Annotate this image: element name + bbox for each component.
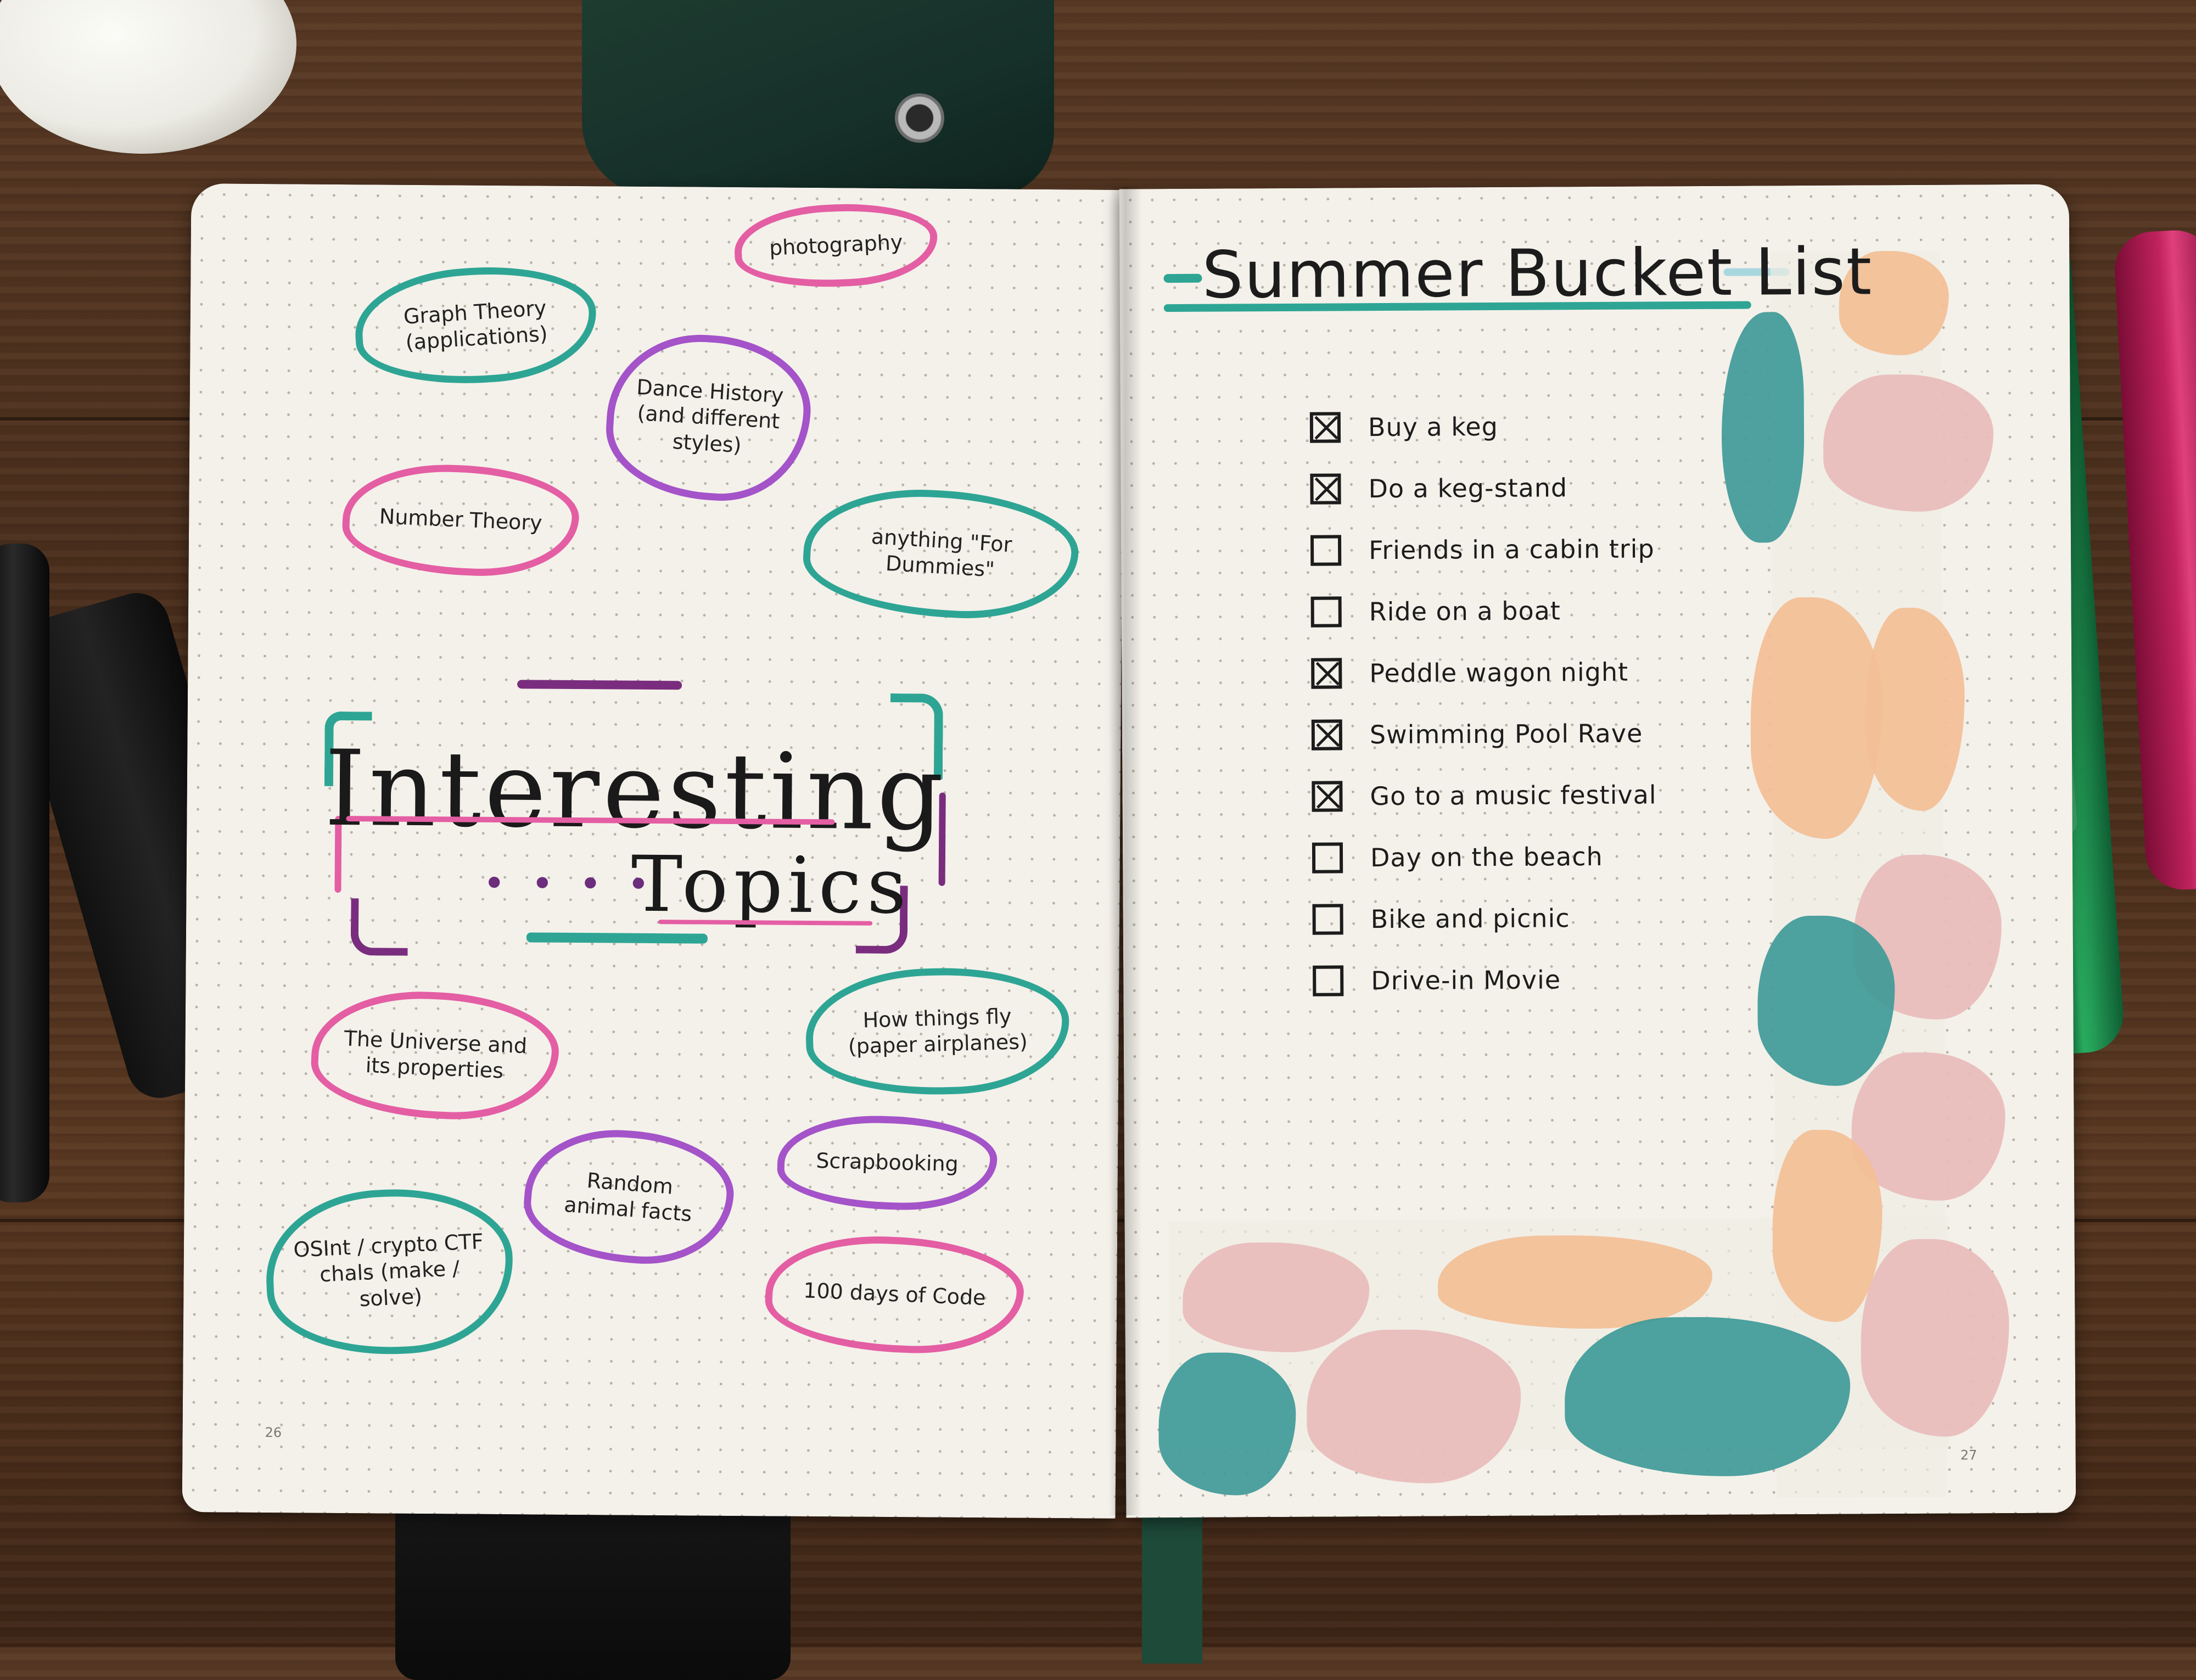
checkbox-empty-icon[interactable] <box>1313 965 1344 996</box>
checkbox-checked-icon[interactable] <box>1311 719 1343 751</box>
topic-cloud: The Universe and its properties <box>309 987 562 1124</box>
washi-cloud <box>1564 1316 1851 1477</box>
topic-label: photography <box>769 230 904 261</box>
left-page: Graph Theory (applications) photography … <box>182 183 1125 1519</box>
candle-jar <box>0 0 296 154</box>
topic-label: Dance History (and different styles) <box>636 374 785 458</box>
checkbox-checked-icon[interactable] <box>1309 412 1341 443</box>
washi-cloud <box>1182 1242 1370 1353</box>
page-number: 27 <box>1960 1447 1977 1463</box>
left-page-subtitle: Topics <box>631 839 912 932</box>
topic-cloud: Scrapbooking <box>776 1113 999 1212</box>
washi-cloud <box>1437 1234 1713 1330</box>
notebook-spread: Graph Theory (applications) photography … <box>182 183 2076 1519</box>
bucket-list-item-label: Day on the beach <box>1370 841 1603 873</box>
washi-cloud <box>1750 597 1883 839</box>
topic-cloud: OSInt / crypto CTF chals (make / solve) <box>262 1184 517 1360</box>
topic-cloud: Number Theory <box>340 460 581 580</box>
topic-cloud: Dance History (and different styles) <box>602 329 815 506</box>
checkbox-checked-icon[interactable] <box>1311 658 1342 689</box>
bucket-list: Buy a keg Do a keg-stand Friends in a cabi… <box>1309 395 1658 1011</box>
title-dots: • • • • <box>483 860 657 908</box>
topic-cloud: photography <box>732 199 939 292</box>
page-number: 26 <box>265 1425 282 1441</box>
bucket-list-title: Summer Bucket List <box>1202 233 1873 313</box>
topic-label: OSInt / crypto CTF chals (make / solve) <box>293 1229 484 1311</box>
bucket-list-item[interactable]: Friends in a cabin trip <box>1310 518 1656 581</box>
topic-cloud: 100 days of Code <box>763 1231 1026 1358</box>
washi-cloud <box>1757 915 1896 1087</box>
checkbox-empty-icon[interactable] <box>1310 596 1342 628</box>
washi-cloud <box>1865 607 1965 811</box>
bucket-list-item[interactable]: Bike and picnic <box>1312 887 1657 950</box>
washi-cloud <box>1823 374 1994 512</box>
bucket-list-item-label: Drive-in Movie <box>1371 965 1561 996</box>
topic-label: Random animal facts <box>563 1168 693 1227</box>
bucket-list-item[interactable]: Drive-in Movie <box>1313 948 1658 1011</box>
topic-label: anything "For Dummies" <box>870 524 1013 582</box>
bucket-list-item[interactable]: Buy a keg <box>1309 395 1655 458</box>
pink-pen <box>2113 228 2196 892</box>
bucket-list-item[interactable]: Go to a music festival <box>1312 764 1657 827</box>
topic-label: Number Theory <box>379 504 543 535</box>
washi-cloud <box>1158 1352 1297 1496</box>
title-accent-left <box>1163 273 1202 283</box>
bucket-list-item-label: Go to a music festival <box>1370 780 1657 811</box>
bucket-list-item-label: Peddle wagon night <box>1369 657 1629 688</box>
right-page: Summer Bucket List Buy a keg Do a keg-sta… <box>1119 184 2076 1518</box>
topic-cloud: Random animal facts <box>519 1123 738 1270</box>
title-bar-top <box>517 680 682 690</box>
checkbox-empty-icon[interactable] <box>1312 842 1343 873</box>
bucket-list-item[interactable]: Do a keg-stand <box>1310 456 1655 519</box>
topic-cloud: How things fly (paper airplanes) <box>804 964 1071 1099</box>
bucket-list-item[interactable]: Day on the beach <box>1312 825 1657 888</box>
topic-cloud: Graph Theory (applications) <box>351 260 600 391</box>
washi-cloud <box>1721 312 1805 543</box>
topic-cloud: anything "For Dummies" <box>800 483 1082 625</box>
title-bar-bottom <box>526 932 708 944</box>
checkbox-checked-icon[interactable] <box>1312 781 1343 812</box>
washi-cloud <box>1860 1239 2010 1437</box>
bucket-list-item-label: Do a keg-stand <box>1368 473 1568 504</box>
bucket-list-item[interactable]: Ride on a boat <box>1310 579 1656 642</box>
green-bag <box>582 0 1054 198</box>
checkbox-empty-icon[interactable] <box>1312 904 1343 935</box>
topic-label: How things fly (paper airplanes) <box>848 1004 1028 1059</box>
notebook-gutter <box>1109 187 1142 1515</box>
black-pen <box>0 544 49 1202</box>
washi-cloud <box>1772 1129 1883 1323</box>
bucket-list-item-label: Swimming Pool Rave <box>1369 718 1643 750</box>
bucket-list-item[interactable]: Peddle wagon night <box>1311 641 1656 704</box>
bucket-list-item-label: Buy a keg <box>1368 411 1498 443</box>
topic-label: The Universe and its properties <box>343 1026 528 1083</box>
checkbox-checked-icon[interactable] <box>1310 473 1341 505</box>
left-page-title: Interesting <box>324 727 948 854</box>
topic-label: 100 days of Code <box>803 1278 987 1311</box>
bracket-bottom-left <box>350 898 408 956</box>
checkbox-empty-icon[interactable] <box>1310 535 1342 566</box>
bag-grommet <box>895 93 944 143</box>
bucket-list-item-label: Ride on a boat <box>1369 596 1561 627</box>
topic-label: Graph Theory (applications) <box>402 295 548 355</box>
topic-label: Scrapbooking <box>815 1149 959 1177</box>
bucket-list-item-label: Friends in a cabin trip <box>1368 534 1655 565</box>
washi-cloud <box>1306 1329 1522 1484</box>
bucket-list-item-label: Bike and picnic <box>1370 903 1570 934</box>
bucket-list-item[interactable]: Swimming Pool Rave <box>1311 702 1657 765</box>
